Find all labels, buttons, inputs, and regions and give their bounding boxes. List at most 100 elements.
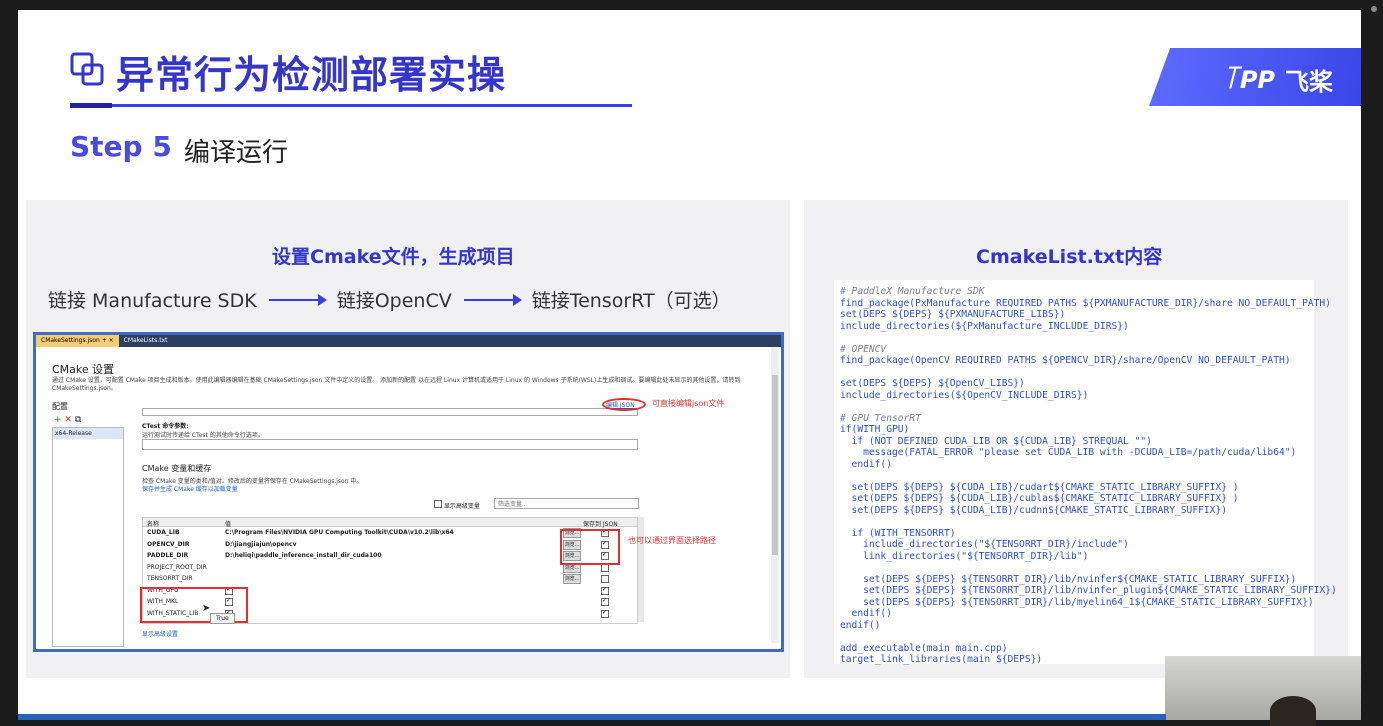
code-line: add_executable(main main.cpp): [840, 642, 1008, 654]
col-value: 值: [225, 521, 232, 528]
variable-name: CUDA_LIB: [147, 529, 180, 536]
variable-name: TENSORRT_DIR: [147, 575, 193, 582]
code-line: set(DEPS ${DEPS} ${OpenCV_LIBS}): [840, 378, 1025, 389]
variable-name: OPENCV_DIR: [147, 540, 190, 548]
table-scrollbar[interactable]: [638, 517, 644, 622]
step-description: 编译运行: [184, 138, 289, 168]
show-advanced-settings-link[interactable]: 显示高级设置: [142, 629, 178, 638]
code-line: set(DEPS ${DEPS} ${TENSORRT_DIR}/lib/mye…: [840, 596, 1314, 608]
copy-config-icon[interactable]: ⧉: [75, 415, 81, 425]
cmake-settings-body: CMake 设置 通过 CMake 设置，可配置 CMake 项目生成和版本。使…: [36, 347, 781, 649]
save-to-json-checkbox[interactable]: [601, 575, 609, 583]
paddlepaddle-logo-icon: ꓄ꓑꓑ: [1221, 66, 1275, 94]
browse-note: 也可以通过界面选择路径: [628, 536, 716, 545]
tooltip: True: [210, 613, 235, 624]
settings-description: 通过 CMake 设置，可配置 CMake 项目生成和版本。使用此编辑器编辑在基…: [52, 377, 741, 392]
step-label: Step 5: [70, 130, 172, 163]
save-to-json-checkbox[interactable]: [601, 586, 609, 595]
save-to-json-checkbox[interactable]: [601, 597, 609, 606]
code-line: if (WITH_TENSORRT): [840, 527, 956, 539]
flow-step-sdk: 链接 Manufacture SDK: [48, 290, 257, 312]
code-line: message(FATAL_ERROR "please set CUDA_LIB…: [840, 447, 1297, 458]
code-line: set(DEPS ${DEPS} ${CUDA_LIB}/cublas${CMA…: [840, 493, 1239, 504]
bottom-bar: [18, 714, 1166, 720]
link-flow: 链接 Manufacture SDK 链接OpenCV 链接TensorRT（可…: [48, 286, 731, 313]
variable-value[interactable]: D:\jiangjiajun\opencv: [225, 541, 296, 548]
config-label: 配置: [52, 402, 68, 411]
code-comment-line: # GPU TensorRT: [840, 412, 921, 424]
title-squares-icon: [70, 52, 104, 86]
col-save-json: 保存到 JSON: [583, 521, 618, 528]
code-line: set(DEPS ${DEPS} ${TENSORRT_DIR}/lib/nvi…: [840, 573, 1297, 585]
cmakelists-code: # PaddleX Manufacture SDK find_package(Px…: [834, 280, 1337, 665]
flow-step-tensorrt: 链接TensorRT（可选）: [531, 290, 731, 312]
webcam-overlay: [1165, 656, 1361, 720]
arrow-right-icon: [268, 293, 327, 306]
code-line: set(DEPS ${DEPS} ${TENSORRT_DIR}/lib/nvi…: [840, 585, 1337, 596]
save-to-json-checkbox[interactable]: [601, 609, 609, 618]
browse-button[interactable]: 浏览...: [563, 574, 581, 584]
code-line: link_directories("${TENSORRT_DIR}/lib"): [840, 550, 1089, 562]
edit-json-highlight: [602, 398, 646, 411]
code-line: endif(): [840, 619, 881, 631]
code-line: set(DEPS ${DEPS} ${CUDA_LIB}/cudnn${CMAK…: [840, 504, 1227, 516]
title-underline: [70, 104, 632, 107]
filter-variables-input[interactable]: 筛选变量...: [494, 498, 639, 509]
left-panel-title: 设置Cmake文件，生成项目: [272, 246, 515, 268]
arrow-right-icon: [463, 293, 522, 306]
title-underline-accent: [70, 103, 112, 108]
code-line: find_package(OpenCV REQUIRED PATHS ${OPE…: [840, 355, 1291, 366]
show-advanced-toggle[interactable]: 显示高级变量: [434, 500, 480, 510]
tab-cmakesettings[interactable]: CMakeSettings.json + ×: [36, 335, 119, 347]
editor-tabs: CMakeSettings.json + × CMakeLists.txt: [36, 335, 781, 347]
show-advanced-checkbox[interactable]: [434, 500, 442, 508]
config-item-x64-release[interactable]: x64-Release: [53, 428, 123, 439]
ctest-label: CTest 命令参数:: [142, 423, 189, 430]
cache-heading: CMake 变量和缓存: [142, 464, 212, 473]
settings-heading: CMake 设置: [52, 363, 115, 376]
ctest-description: 运行测试时传递给 CTest 的其他命令行选项。: [142, 432, 264, 439]
mouse-cursor-icon: ➤: [202, 603, 211, 614]
code-line: set(DEPS ${DEPS} ${CUDA_LIB}/cudart${CMA…: [840, 481, 1239, 493]
delete-config-icon[interactable]: ✕: [64, 415, 72, 425]
right-panel: CmakeList.txt内容 # PaddleX Manufacture SD…: [804, 200, 1348, 678]
tab-close-icon[interactable]: + ×: [102, 337, 114, 344]
variable-name: PADDLE_DIR: [147, 552, 189, 559]
save-generate-cache-link[interactable]: 保存并生成 CMake 缓存以加载变量: [142, 484, 238, 493]
flow-step-opencv: 链接OpenCV: [336, 290, 452, 312]
add-config-icon[interactable]: +: [54, 415, 62, 425]
page-title: 异常行为检测部署实操: [116, 53, 507, 97]
code-line: set(DEPS ${DEPS} ${PXMANUFACTURE_LIBS}): [840, 309, 1066, 320]
code-line: include_directories("${TENSORRT_DIR}/inc…: [840, 539, 1129, 550]
table-row[interactable]: TENSORRT_DIR 浏览...: [143, 574, 637, 584]
top-input[interactable]: [142, 408, 638, 416]
code-line: endif(): [840, 608, 892, 619]
code-line: include_directories(${OpenCV_INCLUDE_DIR…: [840, 389, 1089, 401]
slide: 异常行为检测部署实操 ꓄ꓑꓑ 飞桨 Step 5 编译运行 设置Cmake文件，…: [18, 10, 1361, 720]
code-line: endif(): [840, 458, 892, 470]
left-panel: 设置Cmake文件，生成项目 链接 Manufacture SDK 链接Open…: [26, 200, 790, 678]
variable-value[interactable]: C:\Program Files\NVIDIA GPU Computing To…: [225, 529, 454, 536]
config-list: x64-Release: [52, 427, 124, 647]
table-header: 名称 值 保存到 JSON: [143, 518, 637, 528]
tab-cmakelists[interactable]: CMakeLists.txt: [119, 335, 173, 347]
window-scrollbar-thumb[interactable]: [772, 375, 778, 555]
vs-cmake-settings-window: CMakeSettings.json + × CMakeLists.txt CM…: [33, 332, 784, 652]
code-comment-line: # OPENCV: [840, 343, 887, 355]
code-line: if (NOT DEFINED CUDA_LIB OR ${CUDA_LIB} …: [840, 435, 1152, 447]
ctest-args-input[interactable]: [142, 439, 638, 450]
browse-highlight: [560, 529, 620, 565]
window-corner-dot: [1371, 6, 1377, 12]
edit-json-note: 可直接编辑json文件: [652, 399, 725, 408]
variable-value[interactable]: D:\heliqi\paddle_inference_install_dir_c…: [225, 552, 382, 559]
brand-name: 飞桨: [1285, 68, 1333, 96]
right-panel-title: CmakeList.txt内容: [976, 246, 1163, 268]
code-line: include_directories(${PxManufacture_INCL…: [840, 320, 1129, 332]
